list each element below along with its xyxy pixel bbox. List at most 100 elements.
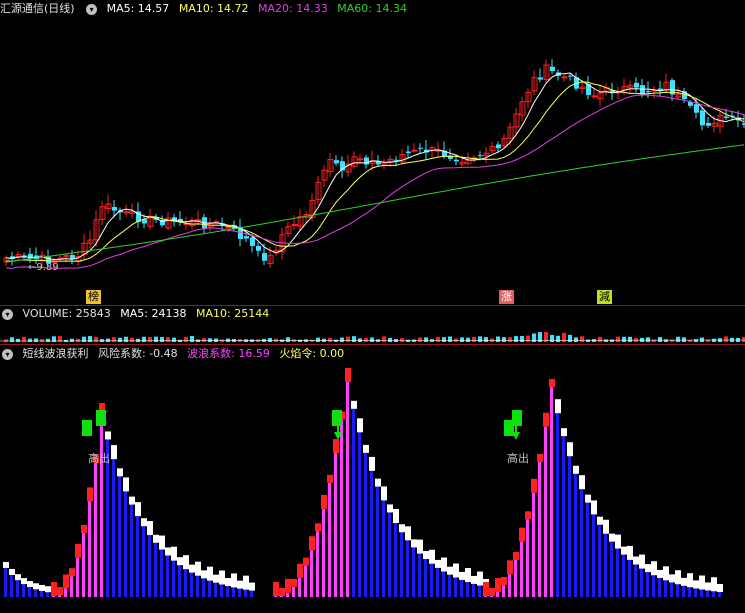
volume-bar	[208, 338, 212, 342]
volume-bar	[10, 337, 14, 342]
wave-bar	[610, 541, 613, 597]
wave-bar	[154, 542, 157, 597]
volume-bar	[664, 339, 668, 342]
wave-bar	[352, 408, 355, 597]
wave-bar	[166, 555, 169, 597]
wave-tip	[555, 399, 561, 414]
wave-tip	[441, 557, 447, 572]
wave-bar	[16, 580, 19, 597]
volume-bar	[136, 338, 140, 342]
wave-coefficient: 波浪系数: 16.59	[187, 347, 270, 360]
wave-bar	[310, 550, 313, 597]
volume-bar	[226, 338, 230, 342]
wave-bar	[532, 492, 535, 597]
ma20-line	[5, 94, 745, 269]
wave-bar	[136, 516, 139, 597]
wave-tip	[573, 465, 579, 474]
wave-bar	[634, 564, 637, 597]
wave-bar	[148, 535, 151, 597]
wave-tip	[9, 568, 15, 575]
wave-tip	[483, 582, 489, 596]
wave-tip	[159, 535, 165, 550]
volume-bar	[130, 337, 134, 342]
wave-tip	[87, 487, 93, 502]
wave-bar	[142, 526, 145, 597]
wave-tip	[45, 586, 51, 593]
wave-tip	[57, 587, 63, 596]
wave-tip	[579, 475, 585, 490]
sell-label: 高出	[88, 451, 110, 465]
volume-bar	[598, 336, 602, 342]
wave-bar	[706, 590, 709, 597]
volume-bar	[616, 336, 620, 342]
wave-tip	[537, 453, 543, 462]
candle-body	[646, 91, 651, 93]
risk-coefficient: 风险系数: -0.48	[98, 347, 178, 360]
wave-tip	[135, 502, 141, 517]
fire-order: 火焰令: 0.00	[279, 347, 345, 360]
wave-bar	[418, 553, 421, 597]
wave-tip	[165, 547, 171, 556]
volume-bar	[112, 337, 116, 342]
volume-bar	[346, 336, 350, 342]
wave-tip	[225, 578, 231, 587]
volume-bar	[676, 336, 680, 342]
wave-tip	[15, 574, 21, 581]
chevron-down-icon[interactable]: ▾	[2, 348, 13, 360]
wave-bar	[466, 582, 469, 597]
wave-bar	[298, 577, 301, 597]
wave-bar	[430, 563, 433, 597]
ma10-line	[5, 81, 745, 262]
wave-bar	[346, 382, 349, 597]
volume-bar	[370, 337, 374, 342]
wave-bar	[244, 589, 247, 597]
volume-bar	[568, 334, 572, 342]
wave-bar	[340, 419, 343, 597]
volume-bar	[94, 336, 98, 342]
wave-tip	[639, 554, 645, 569]
candle-body	[724, 116, 729, 118]
wave-bar	[568, 456, 571, 597]
event-marker-3[interactable]: 減	[597, 290, 612, 304]
wave-tip	[153, 534, 159, 543]
volume-bar	[166, 337, 170, 342]
wave-bar	[688, 587, 691, 597]
wave-tip	[405, 526, 411, 541]
volume-bar	[118, 337, 122, 342]
volume-bar	[202, 338, 206, 342]
event-marker-1[interactable]: 榜	[86, 290, 101, 304]
wave-bar	[682, 585, 685, 597]
wave-bar	[676, 584, 679, 597]
wave-tip	[363, 444, 369, 453]
wave-bar	[208, 580, 211, 597]
volume-bar	[406, 339, 410, 342]
wave-bar	[520, 541, 523, 597]
chevron-down-icon[interactable]: ▾	[2, 308, 13, 320]
wave-bar	[226, 586, 229, 597]
wave-bar	[196, 575, 199, 597]
indicator-name: 短线波浪获利	[22, 347, 89, 360]
volume-bar	[76, 338, 80, 342]
wave-tip	[669, 574, 675, 583]
volume-bar	[526, 335, 530, 342]
volume-ma10: MA10: 25144	[195, 307, 270, 320]
wave-tip	[63, 574, 69, 589]
wave-tip	[201, 570, 207, 579]
wave-bar	[58, 595, 61, 597]
wave-bar	[694, 588, 697, 597]
wave-bar	[10, 574, 13, 597]
wave-tip	[195, 561, 201, 576]
volume-bar	[316, 337, 320, 342]
volume-bar	[694, 339, 698, 342]
wave-bar	[370, 470, 373, 597]
wave-tip	[369, 456, 375, 471]
volume-bar	[364, 337, 368, 342]
event-marker-2[interactable]: 涨	[499, 290, 514, 304]
wave-tip	[141, 518, 147, 527]
wave-bar	[328, 482, 331, 597]
wave-bar	[598, 524, 601, 597]
volume-bar	[496, 336, 500, 342]
volume-bar	[382, 336, 386, 342]
wave-bar	[112, 459, 115, 597]
wave-tip	[345, 368, 351, 382]
